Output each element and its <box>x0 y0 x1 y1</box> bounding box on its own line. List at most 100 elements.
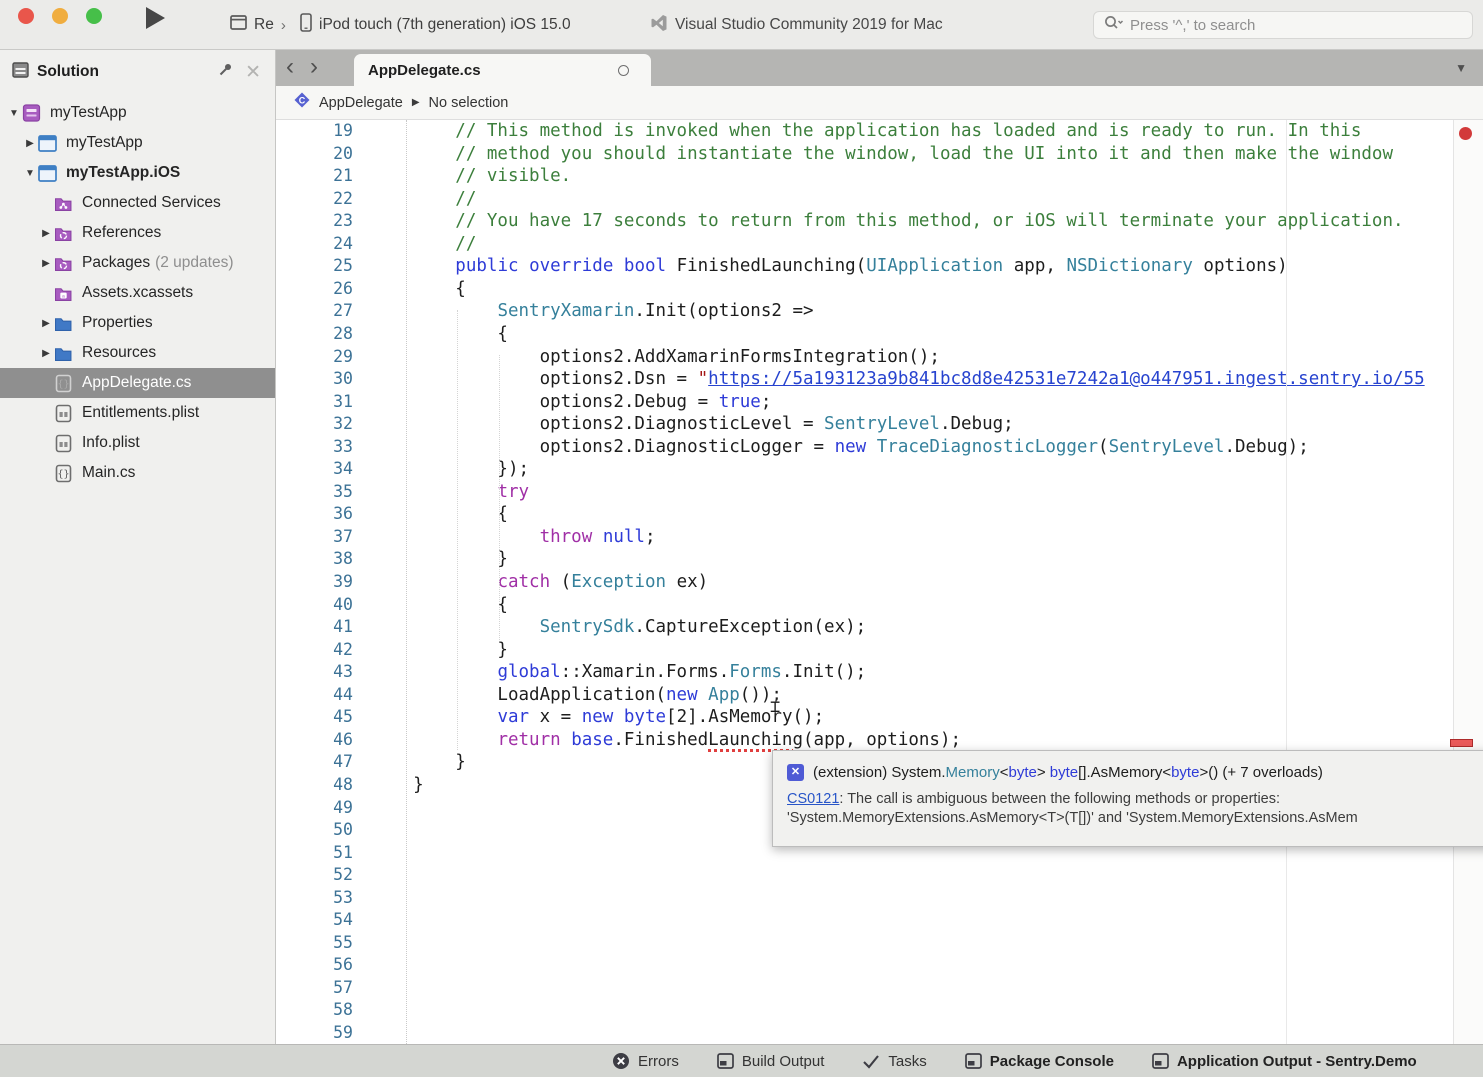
navigate-forward-button[interactable]: › <box>310 55 318 79</box>
search-icon <box>1104 15 1124 36</box>
code-editor[interactable]: 595857565554535251504948 }47 }46 return … <box>276 120 1483 1044</box>
annotation-margin[interactable] <box>1453 120 1483 1044</box>
code-line-24[interactable]: 24 // <box>276 233 1483 256</box>
code-line-22[interactable]: 22 // <box>276 188 1483 211</box>
code-token <box>371 482 497 502</box>
chevron-right-icon: › <box>281 17 286 34</box>
error-dot-indicator[interactable] <box>1459 127 1472 140</box>
code-line-58[interactable]: 58 <box>276 999 1483 1022</box>
code-token: // You have 17 seconds to return from th… <box>371 211 1404 231</box>
expander-down-icon[interactable]: ▼ <box>6 108 22 119</box>
tree-item-mytestapp[interactable]: ▼myTestApp <box>0 98 275 128</box>
error-code-link[interactable]: CS0121 <box>787 791 839 807</box>
line-number: 31 <box>306 391 353 414</box>
tree-item-references[interactable]: ▶References <box>0 218 275 248</box>
minimize-window-button[interactable] <box>52 8 68 24</box>
close-window-button[interactable] <box>18 8 34 24</box>
breadcrumb-class[interactable]: AppDelegate <box>319 95 403 111</box>
expander-down-icon[interactable]: ▼ <box>22 168 38 179</box>
pin-pad-icon[interactable] <box>218 62 233 82</box>
line-number: 56 <box>306 954 353 977</box>
navigate-back-button[interactable]: ‹ <box>286 55 294 79</box>
line-content: SentryXamarin.Init(options2 => <box>371 300 814 323</box>
search-input[interactable]: Press '^,' to search <box>1093 11 1473 39</box>
tree-item-entitlements-plist[interactable]: Entitlements.plist <box>0 398 275 428</box>
tab-overflow-dropdown-icon[interactable]: ▼ <box>1455 50 1467 86</box>
solution-tree: ▼myTestApp▶myTestApp ▼ myTestApp.iOS Connec… <box>0 98 275 488</box>
zoom-window-button[interactable] <box>86 8 102 24</box>
tree-item-assets-xcassets[interactable]: aAssets.xcassets <box>0 278 275 308</box>
dsn-url-link[interactable]: https://5a193123a9b841bc8d8e42531e7242a1… <box>708 369 1424 389</box>
code-token <box>371 662 497 682</box>
code-line-20[interactable]: 20 // method you should instantiate the … <box>276 143 1483 166</box>
tree-item-info-plist[interactable]: Info.plist <box>0 428 275 458</box>
expander-right-icon[interactable]: ▶ <box>22 138 38 149</box>
device-selector[interactable]: iPod touch (7th generation) iOS 15.0 <box>300 0 571 50</box>
pad-button-application-output-sentry-demo[interactable]: Application Output - Sentry.Demo <box>1152 1053 1417 1070</box>
tree-item-label: Assets.xcassets <box>82 284 193 302</box>
expander-right-icon[interactable]: ▶ <box>38 348 54 359</box>
tree-item-appdelegate-cs[interactable]: {}AppDelegate.cs <box>0 368 275 398</box>
line-number: 21 <box>306 165 353 188</box>
code-line-23[interactable]: 23 // You have 17 seconds to return from… <box>276 210 1483 233</box>
extension-method-icon: ✕ <box>787 764 804 781</box>
line-number: 51 <box>306 842 353 865</box>
build-configuration-selector[interactable]: Re › <box>230 0 286 50</box>
tab-modified-indicator[interactable] <box>618 65 629 76</box>
code-token: var <box>497 707 529 727</box>
close-pad-icon[interactable]: ✕ <box>245 63 261 82</box>
tree-item-label: Main.cs <box>82 464 135 482</box>
tree-item-packages[interactable]: ▶Packages(2 updates) <box>0 248 275 278</box>
expander-right-icon[interactable]: ▶ <box>38 228 54 239</box>
code-token: TraceDiagnosticLogger <box>877 437 1098 457</box>
line-number: 48 <box>306 774 353 797</box>
gutter-separator <box>406 120 407 1044</box>
pad-button-package-console[interactable]: Package Console <box>965 1053 1114 1070</box>
pad-button-tasks[interactable]: Tasks <box>862 1053 926 1070</box>
tree-item-resources[interactable]: ▶Resources <box>0 338 275 368</box>
code-line-56[interactable]: 56 <box>276 954 1483 977</box>
file-plist-icon <box>54 403 76 423</box>
code-line-21[interactable]: 21 // visible. <box>276 165 1483 188</box>
line-number: 29 <box>306 346 353 369</box>
run-button[interactable] <box>146 7 165 29</box>
tree-item-properties[interactable]: ▶Properties <box>0 308 275 338</box>
code-line-53[interactable]: 53 <box>276 887 1483 910</box>
solution-pad-title: Solution <box>37 63 99 81</box>
tree-item-mytestapp-ios[interactable]: ▼ myTestApp.iOS <box>0 158 275 188</box>
pad-button-errors[interactable]: Errors <box>612 1052 679 1070</box>
code-line-57[interactable]: 57 <box>276 977 1483 1000</box>
error-scroll-marker[interactable] <box>1450 739 1473 747</box>
code-line-52[interactable]: 52 <box>276 864 1483 887</box>
line-number: 37 <box>306 526 353 549</box>
code-token: options) <box>1193 256 1288 276</box>
line-number: 55 <box>306 932 353 955</box>
code-token: Forms <box>729 662 782 682</box>
pad-button-build-output[interactable]: Build Output <box>717 1053 825 1070</box>
tree-item-label: myTestApp.iOS <box>66 164 180 182</box>
tree-item-main-cs[interactable]: {}Main.cs <box>0 458 275 488</box>
indent-guide <box>499 355 500 640</box>
code-line-26[interactable]: 26 { <box>276 278 1483 301</box>
code-token <box>371 256 455 276</box>
code-line-19[interactable]: 19 // This method is invoked when the ap… <box>276 120 1483 143</box>
code-token: Exception <box>571 572 666 592</box>
code-line-59[interactable]: 59 <box>276 1022 1483 1044</box>
code-token: { <box>371 595 508 615</box>
code-line-55[interactable]: 55 <box>276 932 1483 955</box>
tab-appdelegate[interactable]: AppDelegate.cs <box>354 54 651 86</box>
code-line-54[interactable]: 54 <box>276 909 1483 932</box>
signature-token: > <box>1037 764 1050 781</box>
line-number: 24 <box>306 233 353 256</box>
tree-item-connected-services[interactable]: Connected Services <box>0 188 275 218</box>
expander-right-icon[interactable]: ▶ <box>38 318 54 329</box>
app-title: Visual Studio Community 2019 for Mac <box>675 16 943 34</box>
code-token <box>371 707 497 727</box>
tree-item-mytestapp[interactable]: ▶myTestApp <box>0 128 275 158</box>
code-token <box>371 617 540 637</box>
expander-right-icon[interactable]: ▶ <box>38 258 54 269</box>
breadcrumb-selection[interactable]: No selection <box>429 95 509 111</box>
mouse-ibeam-cursor: ⌶ <box>770 697 783 718</box>
line-content: return base.FinishedLaunching(app, optio… <box>371 729 961 752</box>
code-line-25[interactable]: 25 public override bool FinishedLaunchin… <box>276 255 1483 278</box>
